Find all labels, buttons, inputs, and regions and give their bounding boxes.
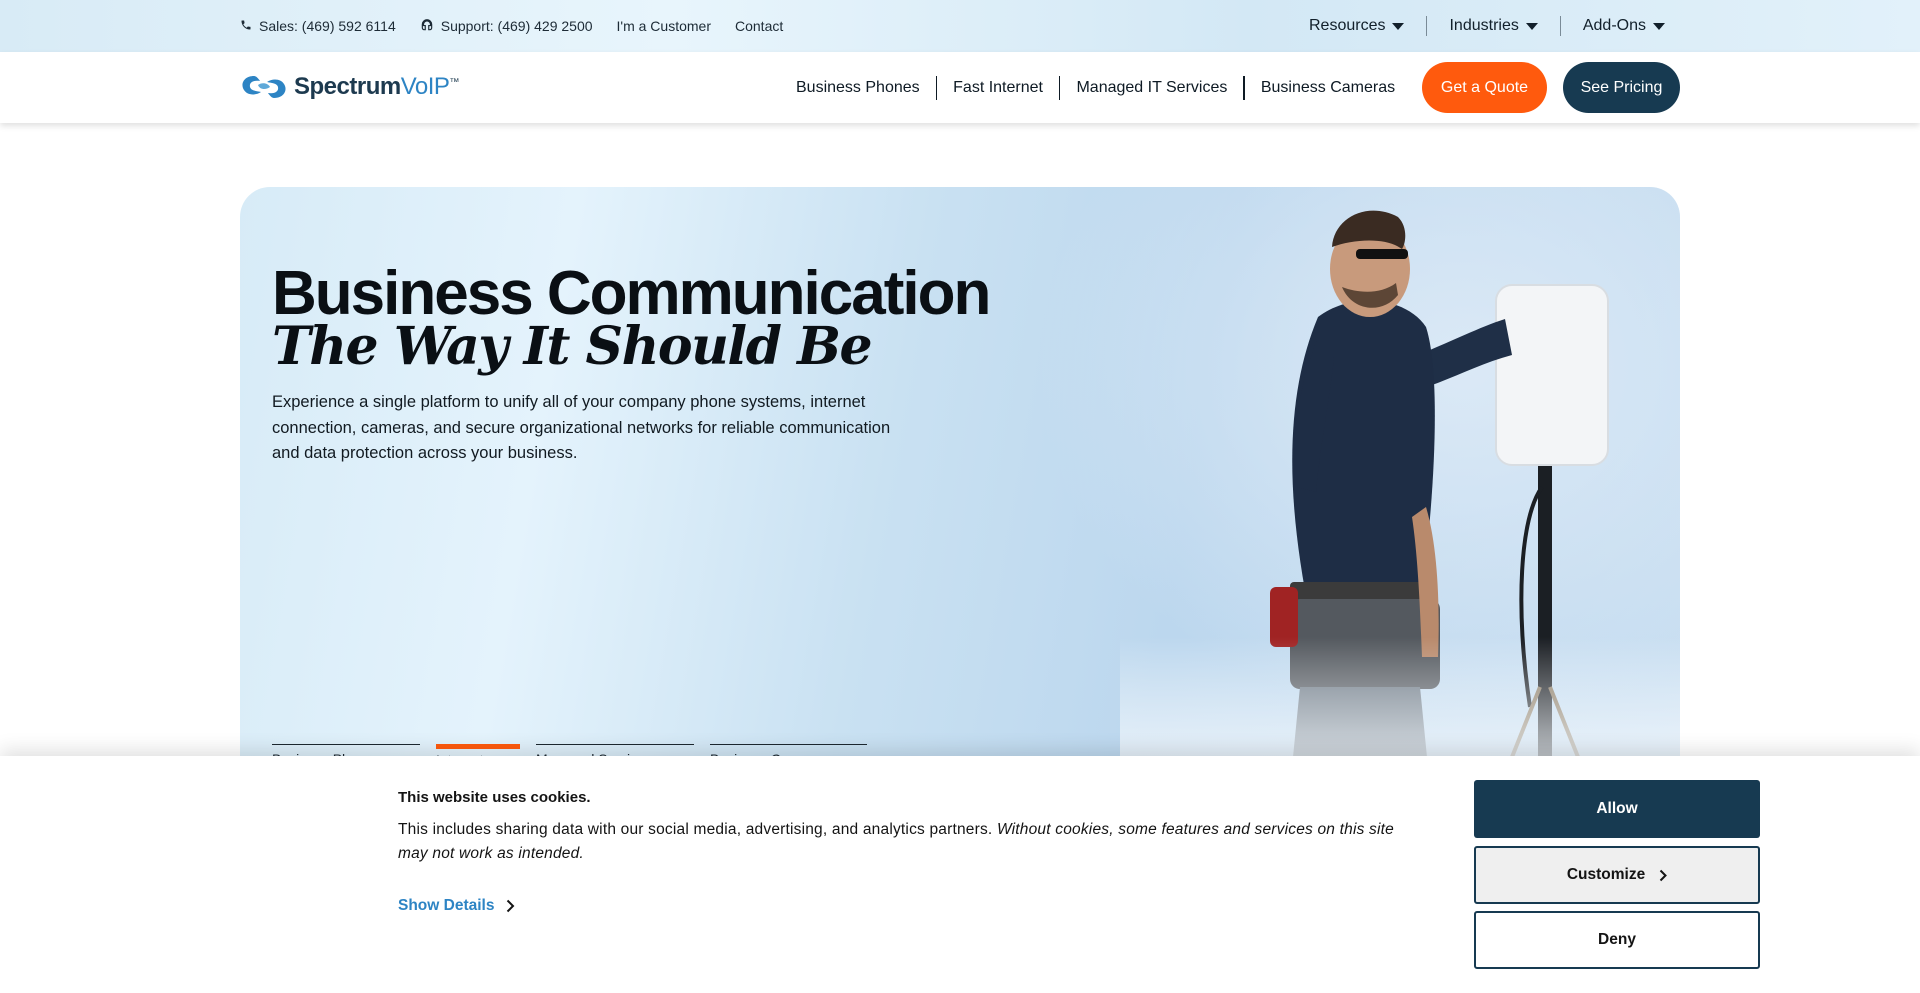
- hero-section: Business Communication The Way It Should…: [240, 187, 1680, 787]
- cookie-body: This includes sharing data with our soci…: [398, 818, 1418, 866]
- customer-link[interactable]: I'm a Customer: [617, 18, 711, 34]
- utility-bar: Sales: (469) 592 6114 Support: (469) 429…: [0, 0, 1920, 52]
- logo-wordmark: SpectrumVoIP™: [294, 73, 459, 100]
- customize-button[interactable]: Customize: [1474, 846, 1760, 904]
- chevron-right-icon: [507, 899, 515, 913]
- contact-link[interactable]: Contact: [735, 18, 783, 34]
- chevron-right-icon: [1659, 869, 1668, 881]
- industries-menu-label: Industries: [1449, 17, 1519, 34]
- show-details-link[interactable]: Show Details: [398, 897, 515, 915]
- cookie-body-text: This includes sharing data with our soci…: [398, 821, 997, 838]
- spectrumvoip-logo[interactable]: SpectrumVoIP™: [240, 70, 459, 104]
- nav-fast-internet[interactable]: Fast Internet: [937, 79, 1059, 97]
- hero-subheadline: The Way It Should Be: [272, 316, 873, 377]
- resources-menu-label: Resources: [1309, 17, 1386, 34]
- caret-down-icon: [1392, 22, 1405, 30]
- utility-menus: Resources Industries Add-Ons: [1287, 0, 1665, 52]
- addons-menu[interactable]: Add-Ons: [1561, 17, 1665, 35]
- deny-button[interactable]: Deny: [1474, 911, 1760, 969]
- support-phone-link[interactable]: Support: (469) 429 2500: [420, 18, 593, 35]
- phone-icon: [240, 18, 252, 34]
- main-header: SpectrumVoIP™ Business Phones Fast Inter…: [0, 52, 1920, 123]
- resources-menu[interactable]: Resources: [1287, 17, 1426, 35]
- get-quote-button[interactable]: Get a Quote: [1422, 62, 1547, 113]
- show-details-label: Show Details: [398, 897, 495, 914]
- nav-business-cameras[interactable]: Business Cameras: [1245, 79, 1411, 97]
- industries-menu[interactable]: Industries: [1427, 17, 1559, 35]
- customize-label: Customize: [1566, 866, 1646, 883]
- hero-description: Experience a single platform to unify al…: [272, 393, 891, 462]
- nav-business-phones[interactable]: Business Phones: [780, 79, 936, 97]
- support-phone-label: Support: (469) 429 2500: [440, 18, 593, 34]
- primary-nav: Business Phones Fast Internet Managed IT…: [780, 52, 1411, 123]
- addons-menu-label: Add-Ons: [1582, 17, 1646, 34]
- headset-icon: [420, 18, 434, 35]
- see-pricing-button[interactable]: See Pricing: [1563, 62, 1680, 113]
- caret-down-icon: [1653, 22, 1665, 30]
- allow-button[interactable]: Allow: [1474, 780, 1760, 838]
- caret-down-icon: [1525, 22, 1538, 30]
- technician-image: [1120, 187, 1680, 787]
- sales-phone-link[interactable]: Sales: (469) 592 6114: [240, 18, 396, 34]
- nav-managed-it[interactable]: Managed IT Services: [1060, 79, 1243, 97]
- cookie-banner: This website uses cookies. This includes…: [0, 756, 1920, 993]
- cookie-title: This website uses cookies.: [398, 789, 591, 806]
- utility-links: Sales: (469) 592 6114 Support: (469) 429…: [240, 0, 783, 52]
- logo-mark-icon: [242, 76, 286, 98]
- sales-phone-label: Sales: (469) 592 6114: [259, 18, 396, 34]
